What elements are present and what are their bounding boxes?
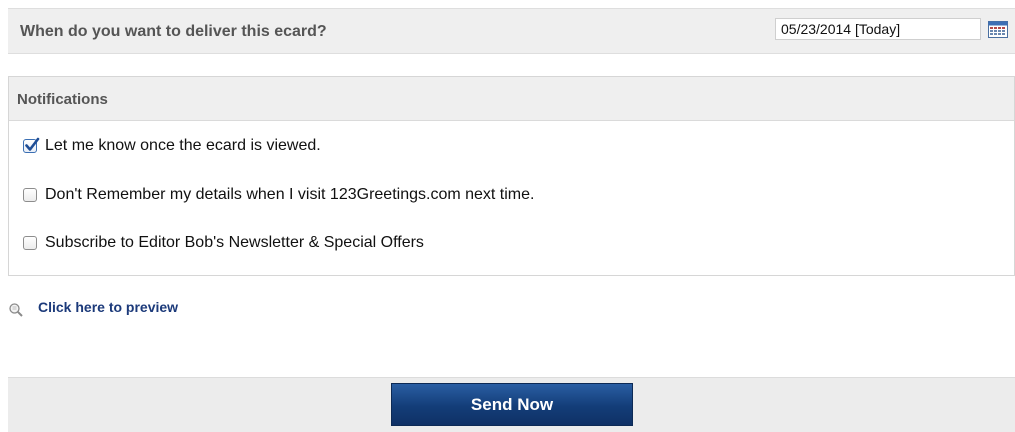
notifications-header: Notifications bbox=[9, 77, 1014, 121]
newsletter-option[interactable]: Subscribe to Editor Bob's Newsletter & S… bbox=[23, 232, 424, 254]
notifications-title: Notifications bbox=[17, 91, 108, 108]
calendar-icon[interactable] bbox=[988, 21, 1008, 38]
send-now-button[interactable]: Send Now bbox=[391, 383, 633, 426]
newsletter-checkbox[interactable] bbox=[23, 236, 37, 250]
magnifier-icon[interactable] bbox=[8, 302, 24, 318]
notify-viewed-checkbox[interactable] bbox=[23, 137, 40, 153]
dont-remember-option[interactable]: Don't Remember my details when I visit 1… bbox=[23, 184, 534, 206]
dont-remember-checkbox[interactable] bbox=[23, 188, 37, 202]
delivery-question: When do you want to deliver this ecard? bbox=[20, 23, 327, 40]
delivery-section: When do you want to deliver this ecard? bbox=[8, 8, 1015, 54]
dont-remember-label: Don't Remember my details when I visit 1… bbox=[45, 186, 535, 203]
notify-viewed-label: Let me know once the ecard is viewed. bbox=[45, 137, 321, 154]
ecard-delivery-page: When do you want to deliver this ecard? … bbox=[0, 0, 1015, 432]
notifications-panel: Notifications Let me know once the ecard… bbox=[8, 76, 1015, 276]
newsletter-label: Subscribe to Editor Bob's Newsletter & S… bbox=[45, 234, 424, 251]
preview-link[interactable]: Click here to preview bbox=[38, 299, 178, 315]
notify-viewed-option[interactable]: Let me know once the ecard is viewed. bbox=[23, 135, 321, 157]
delivery-date-input[interactable] bbox=[775, 18, 981, 40]
checkmark-icon bbox=[25, 137, 40, 151]
action-bar: Send Now bbox=[8, 377, 1015, 432]
